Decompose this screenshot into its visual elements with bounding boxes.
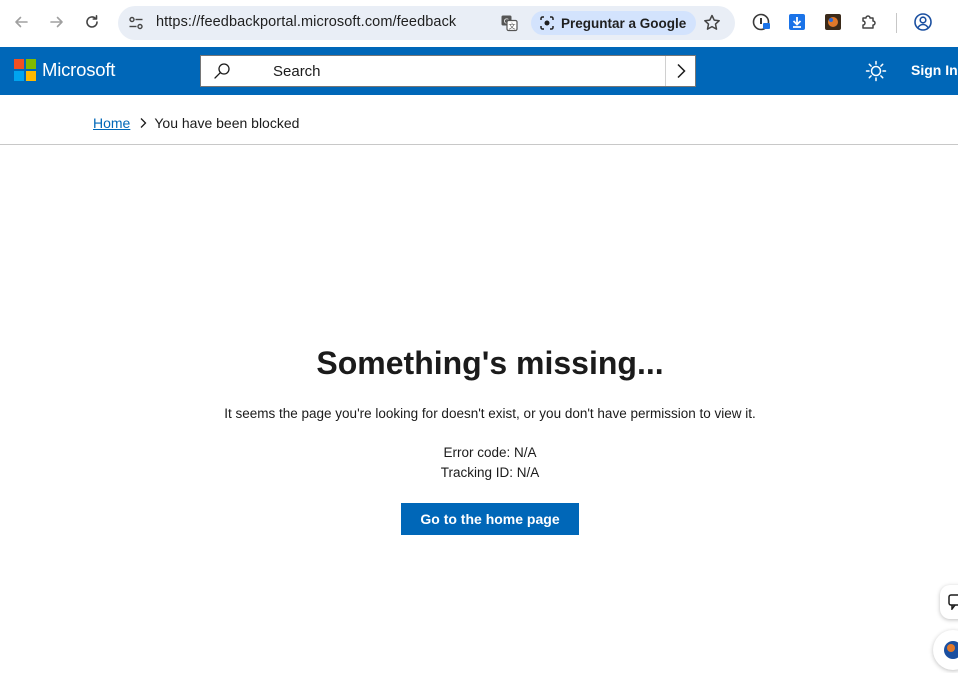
search-input[interactable] bbox=[273, 56, 663, 86]
search-submit-button[interactable] bbox=[665, 56, 695, 86]
toolbar-divider bbox=[896, 13, 897, 33]
forward-button[interactable] bbox=[47, 12, 67, 32]
chat-icon bbox=[948, 594, 958, 610]
sign-in-link[interactable]: Sign In bbox=[911, 62, 958, 78]
error-description: It seems the page you're looking for doe… bbox=[224, 406, 756, 421]
reload-button[interactable] bbox=[82, 12, 102, 32]
extensions-menu-button[interactable] bbox=[859, 12, 879, 32]
extension-download-button[interactable] bbox=[787, 12, 807, 32]
theme-toggle-sun-icon[interactable] bbox=[865, 60, 887, 82]
ask-google-chip[interactable]: Preguntar a Google bbox=[531, 11, 697, 35]
go-home-button[interactable]: Go to the home page bbox=[401, 503, 579, 535]
chevron-right-icon bbox=[140, 118, 147, 128]
header-divider bbox=[0, 144, 958, 145]
translate-icon[interactable]: G 文 bbox=[500, 14, 518, 32]
profile-button[interactable] bbox=[913, 12, 933, 32]
breadcrumb: Home You have been blocked bbox=[93, 115, 299, 131]
error-content: Something's missing... It seems the page… bbox=[0, 340, 958, 535]
site-info-icon[interactable] bbox=[127, 14, 145, 32]
chevron-right-icon bbox=[676, 63, 686, 79]
breadcrumb-current: You have been blocked bbox=[154, 115, 300, 131]
download-icon bbox=[789, 14, 805, 30]
ask-google-label: Preguntar a Google bbox=[561, 15, 687, 31]
search-icon bbox=[214, 63, 230, 79]
microsoft-squares-icon bbox=[14, 59, 36, 81]
assistant-float-button[interactable] bbox=[933, 630, 958, 670]
extension-password-button[interactable] bbox=[752, 12, 772, 32]
error-details: Error code: N/A Tracking ID: N/A bbox=[0, 443, 958, 483]
arrow-right-icon bbox=[50, 16, 63, 28]
address-bar[interactable]: https://feedbackportal.microsoft.com/fee… bbox=[118, 6, 735, 40]
tracking-id: Tracking ID: N/A bbox=[440, 465, 540, 480]
error-code: Error code: N/A bbox=[443, 445, 537, 460]
back-button[interactable] bbox=[11, 12, 31, 32]
reload-icon bbox=[86, 15, 98, 28]
search-box bbox=[200, 55, 696, 87]
url-text[interactable]: https://feedbackportal.microsoft.com/fee… bbox=[156, 14, 456, 30]
feedback-float-button[interactable] bbox=[940, 585, 958, 619]
breadcrumb-home-link[interactable]: Home bbox=[93, 115, 130, 131]
browser-toolbar: https://feedbackportal.microsoft.com/fee… bbox=[0, 0, 958, 47]
lens-icon bbox=[540, 16, 554, 30]
profile-icon bbox=[914, 13, 932, 31]
bookmark-star-icon[interactable] bbox=[702, 13, 722, 33]
puzzle-icon bbox=[862, 15, 876, 29]
arrow-left-icon bbox=[15, 16, 28, 28]
site-header: Microsoft Sign In bbox=[0, 47, 958, 95]
password-manager-icon bbox=[752, 13, 770, 31]
svg-text:文: 文 bbox=[509, 22, 516, 31]
brand-name: Microsoft bbox=[42, 59, 116, 80]
globe-icon bbox=[944, 641, 958, 659]
microsoft-logo[interactable]: Microsoft bbox=[14, 59, 115, 81]
colorful-extension-icon bbox=[825, 14, 841, 30]
page-title: Something's missing... bbox=[316, 345, 664, 381]
extension-colorful-button[interactable] bbox=[823, 12, 843, 32]
